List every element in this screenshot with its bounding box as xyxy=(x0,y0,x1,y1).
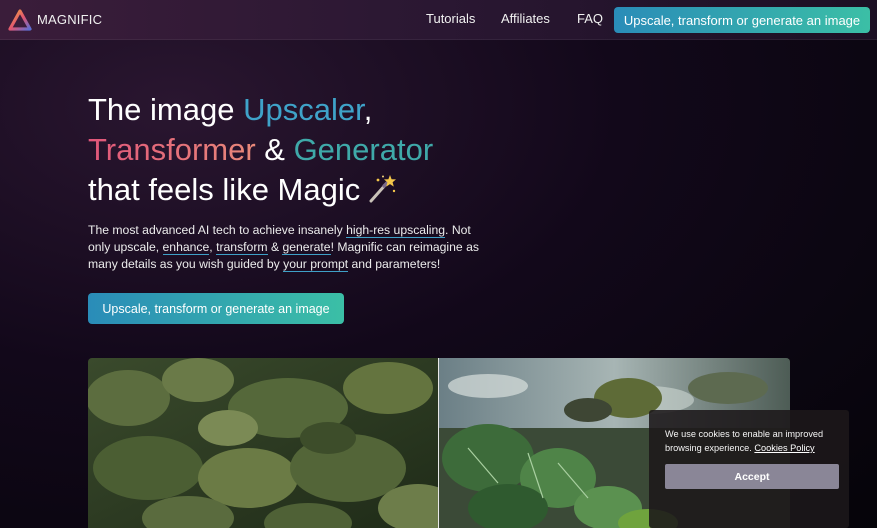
link-high-res-upscaling[interactable]: high-res upscaling xyxy=(346,223,446,238)
hero-title-line-3: that feels like Magic xyxy=(88,170,433,210)
cookie-accept-button[interactable]: Accept xyxy=(665,464,839,489)
top-navigation-bar: MAGNIFIC Tutorials Affiliates FAQ Upscal… xyxy=(0,0,877,40)
desc-text: The most advanced AI tech to achieve ins… xyxy=(88,223,347,237)
link-your-prompt[interactable]: your prompt xyxy=(283,257,349,272)
hero-title-comma: , xyxy=(363,92,373,127)
hero-title: The image Upscaler, Transformer & Genera… xyxy=(88,90,433,210)
hero-title-upscaler: Upscaler xyxy=(243,92,364,127)
link-transform[interactable]: transform xyxy=(216,240,268,255)
cookies-policy-link[interactable]: Cookies Policy xyxy=(754,443,814,453)
cookie-message: We use cookies to enable an improved bro… xyxy=(665,427,840,455)
hero-title-text: The image xyxy=(88,92,244,127)
hero-title-transformer: Transformer xyxy=(88,132,256,167)
hero-description: The most advanced AI tech to achieve ins… xyxy=(88,222,488,273)
cookie-banner: We use cookies to enable an improved bro… xyxy=(649,410,849,528)
nav-link-affiliates[interactable]: Affiliates xyxy=(501,11,550,26)
link-generate[interactable]: generate xyxy=(282,240,331,255)
hero-title-line-1: The image Upscaler, xyxy=(88,90,433,130)
desc-text: & xyxy=(267,240,283,254)
hero-cta-button[interactable]: Upscale, transform or generate an image xyxy=(88,293,344,324)
hero-title-generator: Generator xyxy=(293,132,434,167)
header-cta-button[interactable]: Upscale, transform or generate an image xyxy=(614,7,870,33)
brand-name[interactable]: MAGNIFIC xyxy=(37,12,102,27)
link-enhance[interactable]: enhance xyxy=(162,240,210,255)
hero-title-magic: that feels like Magic xyxy=(88,172,361,207)
hero-title-line-2: Transformer & Generator xyxy=(88,130,433,170)
comparison-slider-handle[interactable] xyxy=(438,358,439,528)
triangle-logo-icon[interactable] xyxy=(8,9,32,31)
nav-link-tutorials[interactable]: Tutorials xyxy=(426,11,475,26)
before-image xyxy=(88,358,458,528)
desc-text: and parameters! xyxy=(348,257,441,271)
nav-link-faq[interactable]: FAQ xyxy=(577,11,603,26)
hero-title-ampersand: & xyxy=(255,132,294,167)
magic-wand-icon xyxy=(369,175,397,203)
